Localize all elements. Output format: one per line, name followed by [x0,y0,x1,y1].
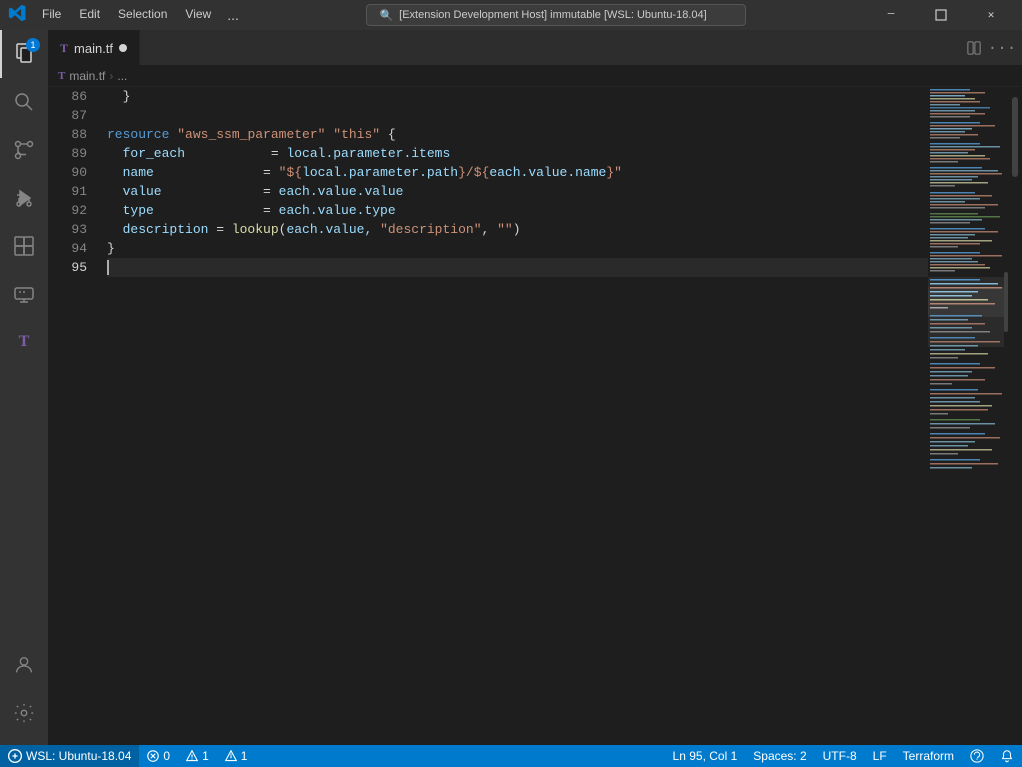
run-debug-activity-icon[interactable] [0,174,48,222]
breadcrumb-file[interactable]: main.tf [69,69,105,83]
code-area[interactable]: } resource "aws_ssm_parameter" "this" { … [103,87,928,745]
vertical-scrollbar[interactable] [1008,87,1022,745]
minimap-canvas [928,87,1008,745]
title-bar-right: ─ ✕ [868,0,1014,30]
split-editor-button[interactable] [962,36,986,60]
line-numbers: 86 87 88 89 90 91 92 93 94 95 [48,87,103,745]
breadcrumb-separator: › [109,69,113,83]
menu-edit[interactable]: Edit [71,5,108,25]
status-remote-button[interactable]: WSL: Ubuntu-18.04 [0,745,139,767]
status-line-ending-button[interactable]: LF [865,745,895,767]
tab-terraform-icon: T [60,41,68,56]
code-line-93: description = lookup(each.value, "descri… [107,220,928,239]
maximize-button[interactable] [918,0,964,30]
search-magnifier-icon: 🔍 [379,9,393,22]
line-num-93: 93 [48,220,95,239]
code-line-95 [107,258,928,277]
status-notifications-button[interactable] [992,745,1022,767]
status-feedback-button[interactable] [962,745,992,767]
status-left: WSL: Ubuntu-18.04 0 1 1 [0,745,255,767]
search-activity-icon[interactable] [0,78,48,126]
status-encoding-text: UTF-8 [823,749,857,763]
main-layout: 1 [0,30,1022,745]
status-language-button[interactable]: Terraform [895,745,962,767]
breadcrumb-item[interactable]: ... [117,69,127,83]
editor-content: 86 87 88 89 90 91 92 93 94 95 } [48,87,1022,745]
settings-activity-icon[interactable] [0,689,48,737]
minimap-scrollbar-thumb[interactable] [1004,272,1008,332]
code-line-92: type = each.value.type [107,201,928,220]
title-search-text: [Extension Development Host] immutable [… [399,9,707,21]
minimize-button[interactable]: ─ [868,0,914,30]
extensions-activity-icon[interactable] [0,222,48,270]
status-branch-text: WSL: Ubuntu-18.04 [26,749,131,763]
tab-bar: T main.tf ··· [48,30,1022,65]
terraform-activity-icon[interactable]: T [0,318,48,366]
explorer-activity-icon[interactable]: 1 [0,30,48,78]
status-errors-count: 0 [163,749,170,763]
accounts-activity-icon[interactable] [0,641,48,689]
line-num-88: 88 [48,125,95,144]
status-warnings-count: 1 [202,749,209,763]
status-position-button[interactable]: Ln 95, Col 1 [665,745,746,767]
close-button[interactable]: ✕ [968,0,1014,30]
status-info-count: 1 [241,749,248,763]
status-spaces-button[interactable]: Spaces: 2 [745,745,814,767]
title-bar: File Edit Selection View ... 🔍 [Extensio… [0,0,1022,30]
menu-view[interactable]: View [177,5,219,25]
line-num-95: 95 [48,258,95,277]
line-num-89: 89 [48,144,95,163]
status-position-text: Ln 95, Col 1 [673,749,738,763]
status-errors-button[interactable]: 0 [139,745,178,767]
more-actions-button[interactable]: ··· [990,36,1014,60]
title-bar-center: 🔍 [Extension Development Host] immutable… [245,4,868,26]
status-line-ending-text: LF [873,749,887,763]
minimap-viewport [928,287,1008,317]
editor-area: T main.tf ··· T main.tf › ... [48,30,1022,745]
status-language-text: Terraform [903,749,954,763]
code-line-86: } [107,87,928,106]
code-line-87 [107,106,928,125]
line-num-91: 91 [48,182,95,201]
status-right: Ln 95, Col 1 Spaces: 2 UTF-8 LF Terrafor… [665,745,1022,767]
line-num-92: 92 [48,201,95,220]
tab-modified-dot [119,44,127,52]
menu-file[interactable]: File [34,5,69,25]
explorer-badge: 1 [26,38,40,52]
title-bar-left: File Edit Selection View ... [8,4,245,26]
remote-explorer-activity-icon[interactable] [0,270,48,318]
line-num-94: 94 [48,239,95,258]
status-warnings-button[interactable]: 1 [178,745,217,767]
status-bar: WSL: Ubuntu-18.04 0 1 1 [0,745,1022,767]
line-num-90: 90 [48,163,95,182]
breadcrumb: T main.tf › ... [48,65,1022,87]
status-spaces-text: Spaces: 2 [753,749,806,763]
source-control-activity-icon[interactable] [0,126,48,174]
code-line-90: name = "${local.parameter.path}/${each.v… [107,163,928,182]
breadcrumb-terraform-icon: T [58,70,65,82]
code-line-89: for_each = local.parameter.items [107,144,928,163]
vscode-logo [8,4,26,26]
minimap [928,87,1008,745]
menu-more[interactable]: ... [221,5,245,25]
activity-bottom [0,641,48,745]
menu-items: File Edit Selection View ... [34,5,245,25]
tab-label: main.tf [74,41,113,56]
tab-bar-right: ··· [954,30,1022,65]
status-info-button[interactable]: 1 [217,745,256,767]
tab-main-tf[interactable]: T main.tf [48,30,140,65]
scrollbar-thumb[interactable] [1012,97,1018,177]
menu-selection[interactable]: Selection [110,5,175,25]
code-line-94: } [107,239,928,258]
title-search[interactable]: 🔍 [Extension Development Host] immutable… [366,4,746,26]
line-num-87: 87 [48,106,95,125]
code-line-88: resource "aws_ssm_parameter" "this" { [107,125,928,144]
activity-bar: 1 [0,30,48,745]
minimap-scrollbar[interactable] [1004,87,1008,745]
line-num-86: 86 [48,87,95,106]
status-encoding-button[interactable]: UTF-8 [815,745,865,767]
code-line-91: value = each.value.value [107,182,928,201]
